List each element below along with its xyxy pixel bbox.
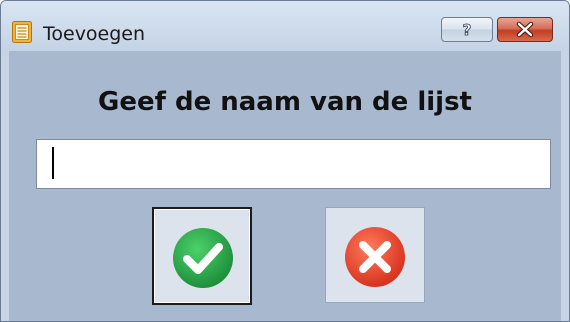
cancel-button[interactable]	[325, 207, 425, 303]
close-x-icon	[516, 21, 534, 38]
help-button[interactable]: ?	[441, 17, 493, 42]
text-caret	[52, 147, 54, 179]
green-check-icon	[173, 228, 233, 288]
title-bar[interactable]: Toevoegen ?	[1, 1, 569, 51]
ok-button[interactable]	[152, 207, 252, 305]
list-document-icon	[12, 21, 32, 43]
window-title: Toevoegen	[43, 23, 146, 45]
dialog-body: Geef de naam van de lijst	[9, 51, 561, 321]
dialog-window: Toevoegen ? Geef de naam van de lijst	[0, 0, 570, 322]
svg-text:?: ?	[463, 21, 472, 39]
list-name-input[interactable]	[36, 139, 551, 189]
question-mark-icon: ?	[462, 21, 472, 40]
prompt-label: Geef de naam van de lijst	[97, 87, 472, 117]
close-button[interactable]	[497, 17, 553, 42]
red-x-icon	[345, 227, 405, 287]
